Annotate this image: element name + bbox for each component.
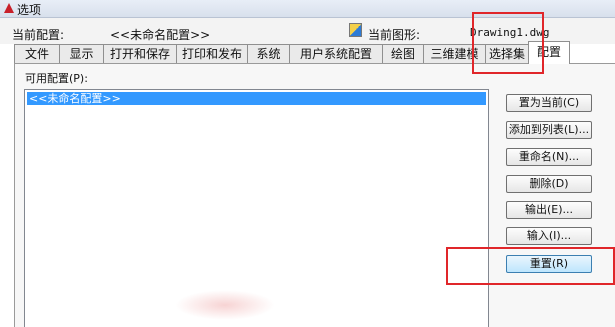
available-profiles-label: 可用配置(P): [25,72,88,85]
current-profile-label: 当前配置: [12,28,65,42]
tab-drafting[interactable]: 绘图 [382,44,424,63]
reset-button[interactable]: 重置(R) [506,255,592,273]
available-profiles-list[interactable]: <<未命名配置>> [24,89,489,327]
add-to-list-button[interactable]: 添加到列表(L)... [506,121,592,139]
title-bar: 选项 [0,0,615,18]
tab-user-preferences[interactable]: 用户系统配置 [289,44,383,63]
tab-files[interactable]: 文件 [14,44,60,63]
tab-3d-modeling[interactable]: 三维建模 [423,44,486,63]
tab-plot-and-publish[interactable]: 打印和发布 [176,44,248,63]
tab-display[interactable]: 显示 [59,44,104,63]
current-profile-value: <<未命名配置>> [110,28,211,42]
delete-button[interactable]: 删除(D) [506,175,592,193]
rename-button[interactable]: 重命名(N)... [506,148,592,166]
window-title: 选项 [17,3,42,17]
tab-system[interactable]: 系统 [247,44,290,63]
current-drawing-value: Drawing1.dwg [470,26,550,39]
list-item[interactable]: <<未命名配置>> [27,92,486,105]
tab-open-and-save[interactable]: 打开和保存 [103,44,177,63]
tab-selection[interactable]: 选择集 [485,44,529,63]
set-current-button[interactable]: 置为当前(C) [506,94,592,112]
tab-profiles[interactable]: 配置 [528,41,570,64]
tab-bar: 文件 显示 打开和保存 打印和发布 系统 用户系统配置 绘图 三维建模 选择集 … [14,41,614,64]
current-drawing-label: 当前图形: [368,28,421,42]
drawing-icon [349,23,362,37]
import-button[interactable]: 输入(I)... [506,227,592,245]
export-button[interactable]: 输出(E)... [506,201,592,219]
autocad-app-icon [4,3,14,13]
header-bar: 当前配置: <<未命名配置>> 当前图形: Drawing1.dwg [0,18,615,44]
blur-smudge [175,290,275,320]
